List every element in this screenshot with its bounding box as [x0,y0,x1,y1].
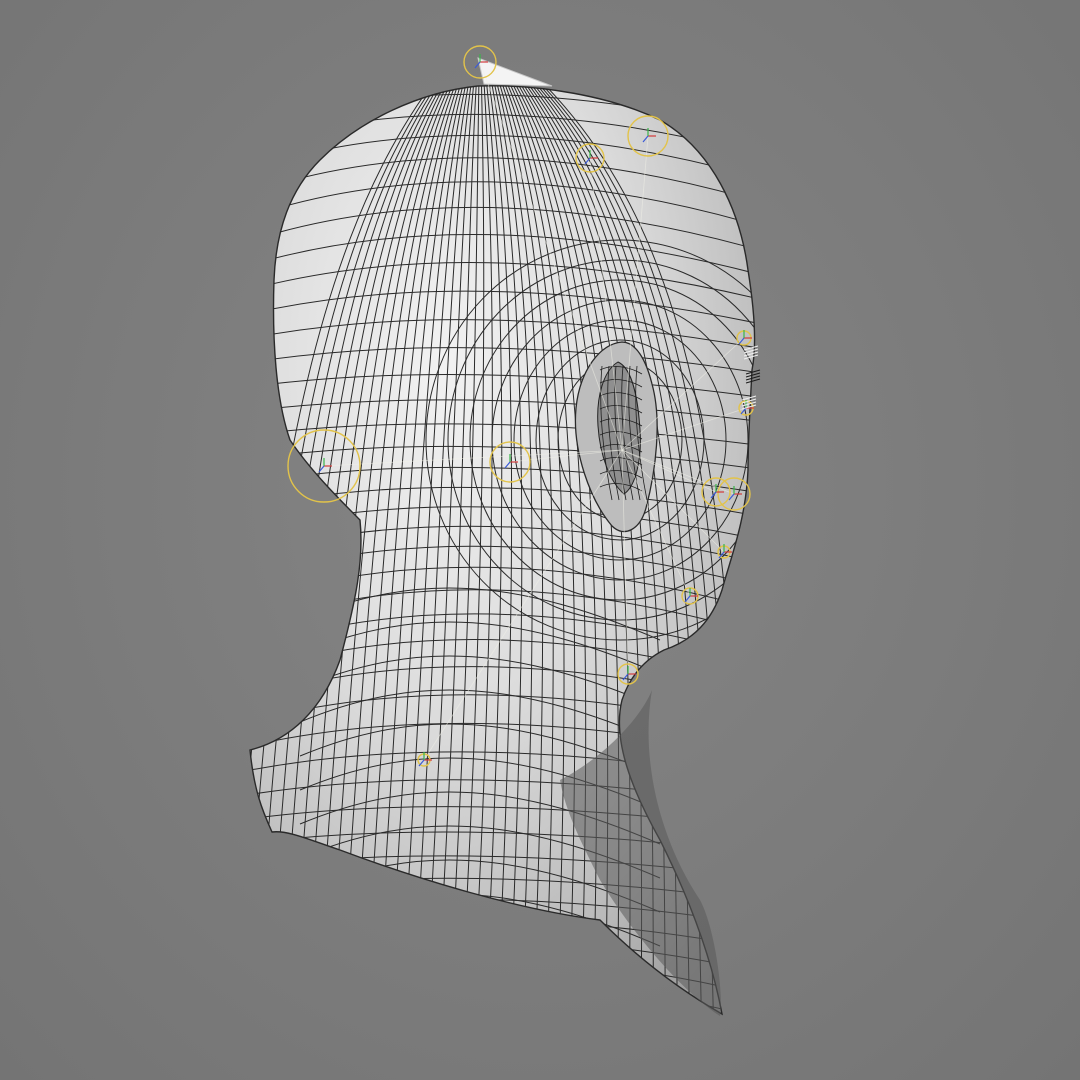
3d-viewport[interactable] [0,0,1080,1080]
crown-control[interactable] [463,45,497,79]
wire-edge-loop [250,998,755,1015]
top-helper-plane[interactable] [477,57,553,87]
wire-neck-loop [299,961,661,1015]
wire-neck-loop [299,927,661,981]
viewport-canvas[interactable] [0,0,1080,1080]
head-mesh[interactable] [230,75,814,1048]
